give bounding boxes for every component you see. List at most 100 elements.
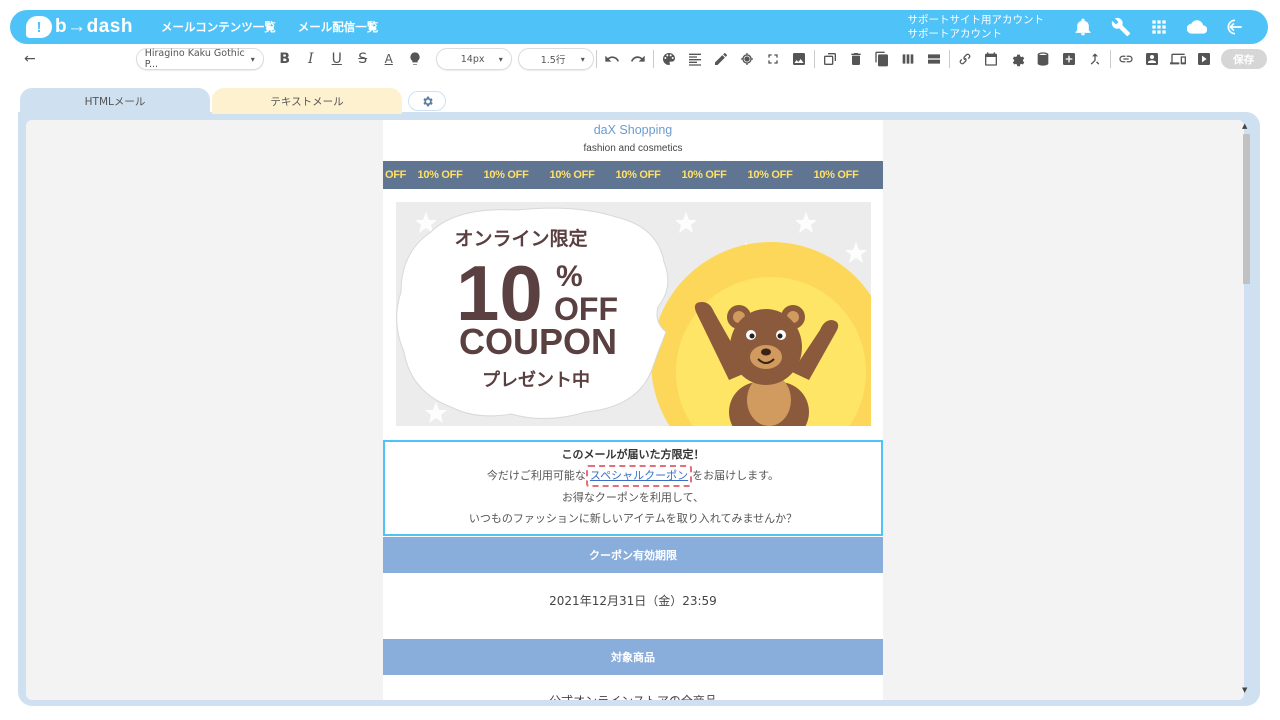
app-logo[interactable]: ! b→dash xyxy=(26,16,133,38)
body-line2: 今だけご利用可能な スペシャルクーポン をお届けします。 xyxy=(385,465,881,487)
off-strip-item: 10% OFF xyxy=(681,169,727,181)
back-arrow-icon[interactable]: ← xyxy=(24,51,36,67)
underline-button[interactable]: U xyxy=(324,47,350,71)
merge-icon[interactable] xyxy=(1082,47,1108,71)
chevron-down-icon: ▾ xyxy=(580,54,585,64)
special-coupon-link[interactable]: スペシャルクーポン xyxy=(590,469,688,482)
selected-text-block[interactable]: このメールが届いた方限定！ 今だけご利用可能な スペシャルクーポン をお届けします。… xyxy=(383,440,883,536)
off-strip-item: OFF xyxy=(385,169,407,181)
link-settings-icon[interactable] xyxy=(1113,47,1139,71)
off-strip-item: 10% OFF xyxy=(615,169,661,181)
contact-icon[interactable] xyxy=(1139,47,1165,71)
align-left-icon[interactable] xyxy=(682,47,708,71)
canvas-scrollbar[interactable]: ▲ ▼ xyxy=(1240,120,1252,700)
editor-toolbar: ← Hiragino Kaku Gothic P... ▾ B I U S A … xyxy=(10,44,1268,74)
undo-icon[interactable] xyxy=(599,47,625,71)
chevron-down-icon: ▾ xyxy=(250,54,255,64)
fullscreen-icon[interactable] xyxy=(760,47,786,71)
banner-coupon: COUPON xyxy=(459,321,617,362)
columns-icon[interactable] xyxy=(895,47,921,71)
toolbar-divider xyxy=(1109,50,1111,68)
email-body: daX Shopping fashion and cosmetics OFF 1… xyxy=(383,120,883,700)
font-family-value: Hiragino Kaku Gothic P... xyxy=(144,48,245,70)
rows-icon[interactable] xyxy=(921,47,947,71)
logo-mark: ! xyxy=(26,16,52,38)
image-icon[interactable] xyxy=(786,47,812,71)
body-headline: このメールが届いた方限定！ xyxy=(561,448,705,461)
line-height-select[interactable]: 1.5行 ▾ xyxy=(517,48,594,70)
palette-icon[interactable] xyxy=(656,47,682,71)
toolbar-divider xyxy=(595,50,597,68)
off-strip-item: 10% OFF xyxy=(747,169,793,181)
section-products-header[interactable]: 対象商品 xyxy=(383,639,883,675)
wrench-icon[interactable] xyxy=(1109,15,1133,39)
bell-icon[interactable] xyxy=(1071,15,1095,39)
grid-icon[interactable] xyxy=(1147,15,1171,39)
highlight-icon[interactable] xyxy=(402,47,428,71)
app-header: ! b→dash メールコンテンツ一覧 メール配信一覧 サポートサイト用アカウン… xyxy=(10,10,1268,44)
line-height-value: 1.5行 xyxy=(540,55,566,66)
cloud-icon[interactable] xyxy=(1185,15,1209,39)
scroll-thumb[interactable] xyxy=(1243,134,1250,284)
email-canvas[interactable]: daX Shopping fashion and cosmetics OFF 1… xyxy=(26,120,1244,700)
nav-mail-contents[interactable]: メールコンテンツ一覧 xyxy=(161,19,276,35)
copy-icon[interactable] xyxy=(869,47,895,71)
shop-subtitle[interactable]: fashion and cosmetics xyxy=(383,143,883,154)
off-strip[interactable]: OFF 10% OFF 10% OFF 10% OFF 10% OFF 10% … xyxy=(383,161,883,189)
logo-text: b→dash xyxy=(55,16,133,37)
body-line2-post: をお届けします。 xyxy=(692,469,780,482)
italic-button[interactable]: I xyxy=(298,47,324,71)
body-line3: お得なクーポンを利用して、 xyxy=(561,491,705,504)
font-size-value: 14px xyxy=(460,53,485,65)
bold-button[interactable]: B xyxy=(272,47,298,71)
settings-gear-icon[interactable] xyxy=(408,91,446,111)
banner-line1: オンライン限定 xyxy=(454,227,587,250)
calendar-icon[interactable] xyxy=(978,47,1004,71)
toolbar-divider xyxy=(813,50,815,68)
devices-icon[interactable] xyxy=(1165,47,1191,71)
main-nav: メールコンテンツ一覧 メール配信一覧 xyxy=(161,19,378,35)
editor-tabs: HTMLメール テキストメール xyxy=(20,88,446,114)
gears-icon[interactable] xyxy=(1004,47,1030,71)
toolbar-divider xyxy=(948,50,950,68)
off-strip-item: 10% OFF xyxy=(549,169,595,181)
products-text[interactable]: 公式オンラインストアの全商品 xyxy=(383,692,883,700)
account-info[interactable]: サポートサイト用アカウント サポートアカウント xyxy=(908,13,1045,41)
body-line4: いつものファッションに新しいアイテムを取り入れてみませんか？ xyxy=(468,512,798,525)
pen-icon[interactable] xyxy=(708,47,734,71)
banner-percent: % xyxy=(556,260,583,293)
expiry-date[interactable]: 2021年12月31日（金）23:59 xyxy=(383,592,883,609)
body-line2-pre: 今だけご利用可能な xyxy=(486,469,586,482)
font-size-select[interactable]: 14px ▾ xyxy=(435,48,512,70)
account-name: サポートアカウント xyxy=(907,28,1003,40)
header-right: サポートサイト用アカウント サポートアカウント xyxy=(908,13,1255,41)
scroll-down-arrow[interactable]: ▼ xyxy=(1242,686,1247,694)
off-strip-item: 10% OFF xyxy=(417,169,463,181)
banner-artwork: オンライン限定 10 % OFF COUPON プレゼント中 xyxy=(396,202,871,426)
scroll-up-arrow[interactable]: ▲ xyxy=(1242,122,1247,130)
logout-icon[interactable] xyxy=(1223,15,1247,39)
off-strip-item: 10% OFF xyxy=(483,169,529,181)
coupon-banner[interactable]: オンライン限定 10 % OFF COUPON プレゼント中 xyxy=(396,202,871,426)
shop-name[interactable]: daX Shopping xyxy=(383,123,883,137)
target-icon[interactable] xyxy=(734,47,760,71)
strikethrough-button[interactable]: S xyxy=(350,47,376,71)
font-color-button[interactable]: A xyxy=(376,47,402,71)
section-expiry-header[interactable]: クーポン有効期限 xyxy=(383,537,883,573)
font-family-select[interactable]: Hiragino Kaku Gothic P... ▾ xyxy=(135,48,264,70)
tab-text-mail[interactable]: テキストメール xyxy=(212,88,402,114)
block-add-icon[interactable] xyxy=(817,47,843,71)
save-button[interactable]: 保存 xyxy=(1220,49,1267,69)
tab-html-mail[interactable]: HTMLメール xyxy=(20,88,210,114)
database-icon[interactable] xyxy=(1030,47,1056,71)
account-site: サポートサイト用アカウント xyxy=(907,14,1045,26)
chevron-down-icon: ▾ xyxy=(498,54,503,64)
add-content-icon[interactable] xyxy=(1056,47,1082,71)
link-icon[interactable] xyxy=(952,47,978,71)
banner-line4: プレゼント中 xyxy=(482,369,590,391)
off-strip-item: 10% OFF xyxy=(813,169,859,181)
preview-icon[interactable] xyxy=(1191,47,1217,71)
redo-icon[interactable] xyxy=(625,47,651,71)
trash-icon[interactable] xyxy=(843,47,869,71)
nav-mail-delivery[interactable]: メール配信一覧 xyxy=(298,19,379,35)
